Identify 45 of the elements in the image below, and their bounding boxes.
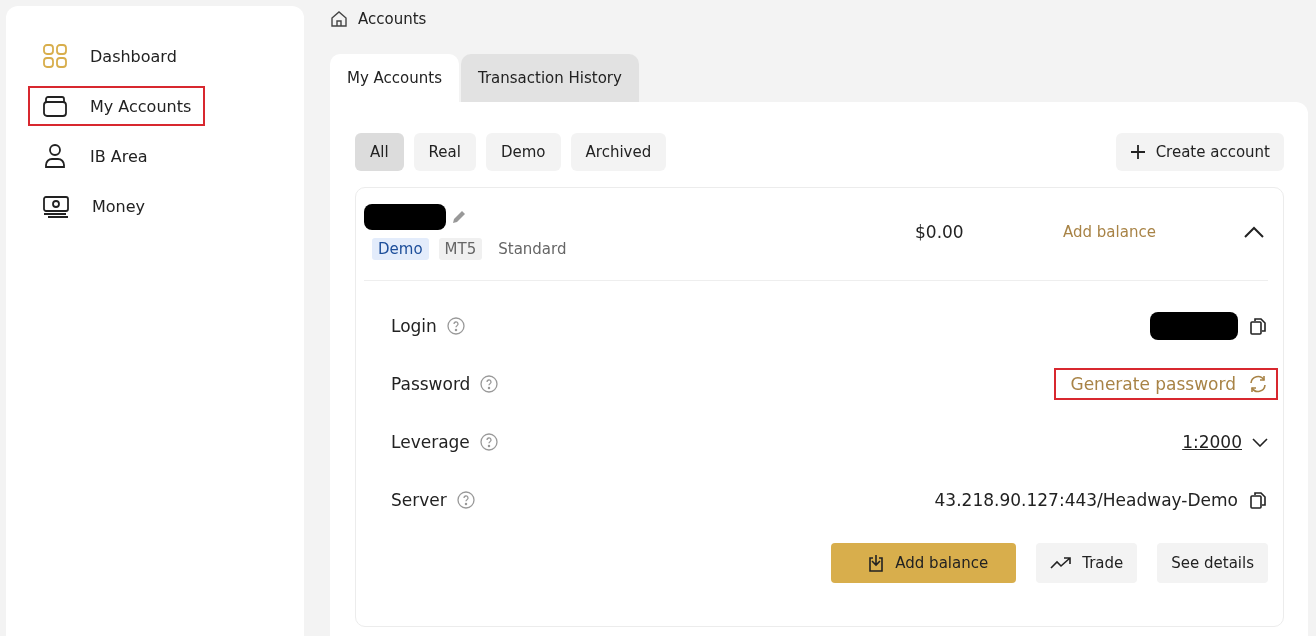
- add-balance-button[interactable]: Add balance: [831, 543, 1017, 583]
- detail-label: Password: [391, 374, 471, 394]
- plus-icon: [1129, 144, 1146, 160]
- refresh-icon: [1248, 374, 1268, 394]
- detail-label: Leverage: [391, 432, 470, 452]
- help-icon[interactable]: [480, 375, 499, 393]
- filter-chip[interactable]: All: [355, 133, 404, 171]
- chevron-down-icon[interactable]: [1252, 437, 1268, 447]
- sidebar-item[interactable]: IB Area: [28, 136, 162, 176]
- pencil-icon[interactable]: [450, 208, 468, 226]
- add-balance-link[interactable]: Add balance: [1063, 223, 1243, 241]
- generate-password-button[interactable]: Generate password: [1070, 374, 1268, 394]
- person-icon: [42, 143, 68, 169]
- see-details-button[interactable]: See details: [1157, 543, 1268, 583]
- detail-label: Login: [391, 316, 437, 336]
- detail-value: 43.218.90.127:443/Headway-Demo: [934, 490, 1238, 510]
- home-icon[interactable]: [330, 10, 348, 28]
- filter-chip[interactable]: Archived: [570, 133, 667, 171]
- grid-icon: [42, 43, 68, 69]
- copy-icon[interactable]: [1248, 490, 1268, 510]
- cash-icon: [42, 193, 70, 219]
- account-tag: Standard: [492, 238, 573, 260]
- sidebar-item[interactable]: Money: [28, 186, 160, 226]
- account-tag: Demo: [372, 238, 429, 260]
- tab[interactable]: Transaction History: [460, 54, 639, 102]
- help-icon[interactable]: [446, 317, 465, 335]
- sidebar-item[interactable]: Dashboard: [28, 36, 191, 76]
- balance: $0.00: [915, 222, 965, 242]
- copy-icon[interactable]: [1248, 316, 1268, 336]
- account-tag: MT5: [438, 238, 483, 260]
- filter-chip[interactable]: Real: [413, 133, 476, 171]
- sidebar-item[interactable]: My Accounts: [28, 86, 206, 126]
- collapse-icon[interactable]: [1243, 225, 1265, 239]
- detail-label: Server: [391, 490, 447, 510]
- create-account-button[interactable]: Create account: [1115, 133, 1284, 171]
- wallet-icon: [42, 93, 68, 119]
- help-icon[interactable]: [456, 491, 475, 509]
- breadcrumb: Accounts: [358, 10, 427, 28]
- trade-button[interactable]: Trade: [1036, 543, 1138, 583]
- trend-up-icon: [1050, 556, 1073, 570]
- filter-chip[interactable]: Demo: [485, 133, 561, 171]
- download-icon: [867, 553, 886, 573]
- help-icon[interactable]: [479, 433, 498, 451]
- leverage-value[interactable]: 1:2000: [1182, 432, 1242, 452]
- tab[interactable]: My Accounts: [330, 54, 459, 102]
